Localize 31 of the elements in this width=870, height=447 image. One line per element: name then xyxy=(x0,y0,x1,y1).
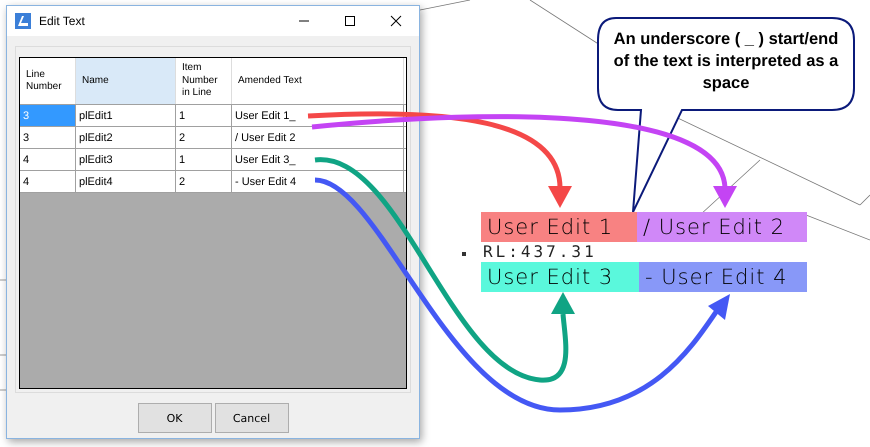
table-cell[interactable]: User Edit 3_ xyxy=(232,149,404,170)
table-cell[interactable]: 1 xyxy=(176,105,232,126)
cancel-button[interactable]: Cancel xyxy=(214,403,288,433)
close-icon[interactable] xyxy=(390,15,402,27)
table-cell[interactable]: - User Edit 4 xyxy=(232,171,404,192)
table-cell[interactable]: plEdit1 xyxy=(76,105,176,126)
column-header[interactable]: Name xyxy=(76,58,176,104)
table-cell[interactable]: 1 xyxy=(176,149,232,170)
table-cell[interactable]: 4 xyxy=(20,149,76,170)
table-cell[interactable]: 3 xyxy=(20,127,76,148)
table-cell[interactable]: 2 xyxy=(176,127,232,148)
point-icon xyxy=(462,252,466,256)
table-cell[interactable]: 4 xyxy=(20,171,76,192)
window-title: Edit Text xyxy=(39,14,86,28)
callout-text: An underscore ( _ ) start/end of the text is interpreted as a space xyxy=(612,29,840,94)
text-label: - User Edit 4 xyxy=(639,262,807,292)
table-cell[interactable]: plEdit2 xyxy=(76,127,176,148)
column-header[interactable]: Item Number in Line xyxy=(176,58,232,104)
table-cell[interactable]: / User Edit 2 xyxy=(232,127,404,148)
table-cell[interactable]: plEdit4 xyxy=(76,171,176,192)
maximize-icon[interactable] xyxy=(344,15,356,27)
text-label: User Edit 3 xyxy=(481,262,639,292)
table-cell[interactable]: 2 xyxy=(176,171,232,192)
text-label: / User Edit 2 xyxy=(637,212,807,242)
table-cell[interactable]: plEdit3 xyxy=(76,149,176,170)
ok-button[interactable]: OK xyxy=(138,403,212,433)
text-label: User Edit 1 xyxy=(481,212,637,242)
column-header[interactable]: Amended Text xyxy=(232,58,404,104)
table-cell[interactable]: User Edit 1_ xyxy=(232,105,404,126)
app-icon xyxy=(15,13,31,29)
level-text: RL:437.31 xyxy=(483,242,597,261)
